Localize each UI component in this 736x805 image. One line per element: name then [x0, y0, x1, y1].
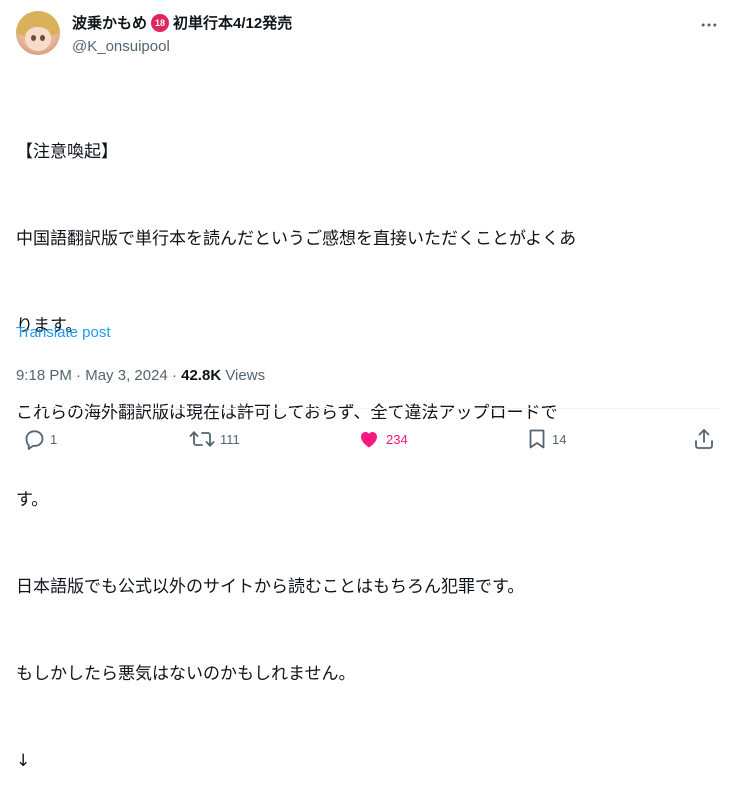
meta-separator: ·: [71, 367, 86, 384]
bookmark-count: 14: [552, 431, 567, 447]
repost-count: 111: [220, 431, 240, 447]
translate-post-link[interactable]: Translate post: [16, 324, 111, 341]
meta-separator: ·: [167, 367, 182, 384]
action-bar: 1 111 234 14: [16, 422, 720, 456]
repost-icon: [189, 431, 215, 447]
like-button[interactable]: 234: [356, 422, 408, 456]
post-line: 日本語版でも公式以外のサイトから読むことはもちろん犯罪です。: [16, 577, 525, 597]
more-icon: [701, 23, 717, 27]
like-icon: [361, 432, 377, 448]
author-display-name[interactable]: 波乗かもめ 18 初単行本4/12発売: [72, 12, 292, 33]
post-line: す。: [16, 490, 49, 510]
avatar-face: [25, 27, 51, 51]
post-meta: 9:18 PM · May 3, 2024 · 42.8K Views: [16, 367, 265, 384]
post-line: 【注意喚起】: [16, 142, 118, 162]
post-date[interactable]: May 3, 2024: [85, 367, 168, 384]
reply-button[interactable]: 1: [22, 422, 57, 456]
views-count: 42.8K: [181, 367, 222, 384]
views-label: Views: [225, 367, 266, 384]
like-count: 234: [386, 431, 408, 447]
share-icon: [695, 429, 713, 449]
repost-button[interactable]: 111: [188, 422, 240, 456]
avatar-eye-left: [31, 35, 36, 41]
bookmark-button[interactable]: 14: [526, 422, 566, 456]
post-time[interactable]: 9:18 PM: [16, 367, 72, 384]
share-button[interactable]: [692, 422, 716, 456]
reply-count: 1: [50, 431, 58, 447]
post-line: ります。: [16, 316, 83, 336]
author-name-suffix: 初単行本4/12発売: [173, 15, 293, 32]
post-line: 中国語翻訳版で単行本を読んだというご感想を直接いただくことがよくあ: [16, 229, 577, 249]
reply-icon: [25, 430, 44, 450]
post-line: もしかしたら悪気はないのかもしれません。: [16, 664, 356, 684]
avatar-eye-right: [40, 35, 45, 41]
bookmark-icon: [529, 429, 545, 449]
post-line: ↓: [16, 751, 31, 771]
more-button[interactable]: [696, 12, 722, 38]
author-handle[interactable]: @K_onsuipool: [72, 38, 170, 55]
avatar[interactable]: [16, 11, 60, 55]
divider-top: [16, 408, 720, 409]
r18-icon: 18: [151, 13, 170, 32]
author-name-prefix: 波乗かもめ: [72, 15, 148, 32]
